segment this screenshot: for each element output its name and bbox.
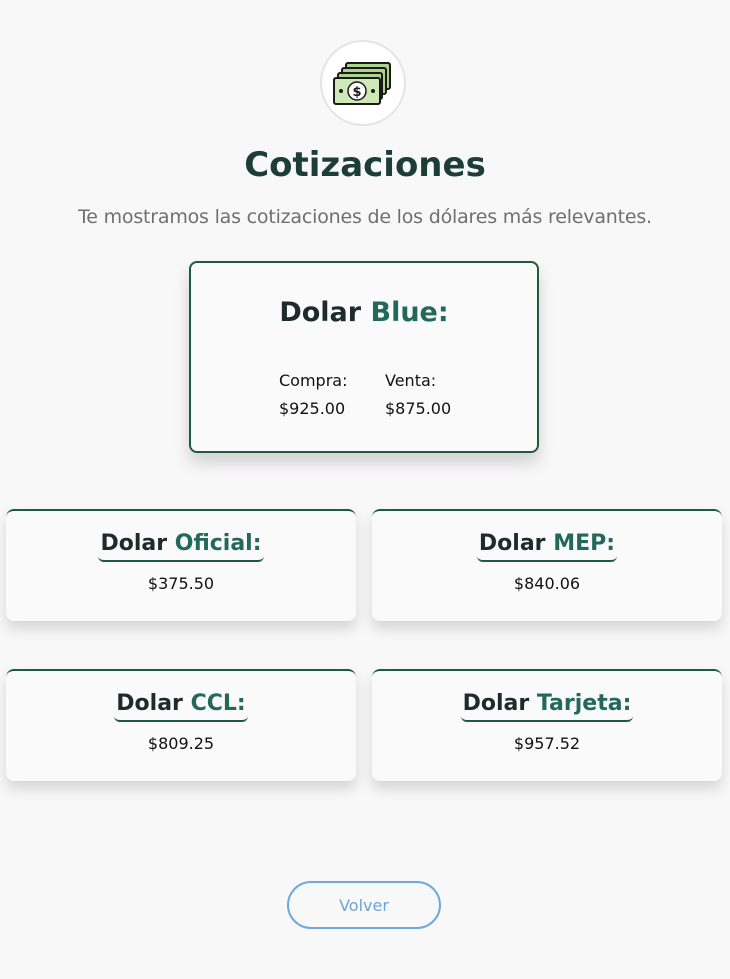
card-title-underline: Dolar MEP: bbox=[476, 529, 618, 562]
card-value: $957.52 bbox=[513, 734, 581, 753]
card-dolar-tarjeta: Dolar Tarjeta: $957.52 bbox=[372, 669, 722, 781]
card-value: $809.25 bbox=[147, 734, 215, 753]
page-title: Cotizaciones bbox=[244, 145, 486, 185]
card-value: $375.50 bbox=[147, 574, 215, 593]
compra-label: Compra: bbox=[279, 371, 348, 390]
card-title: Dolar CCL: bbox=[6, 689, 356, 722]
compra-value: $925.00 bbox=[279, 399, 346, 418]
card-title-prefix: Dolar bbox=[279, 297, 362, 328]
card-dolar-blue: Dolar Blue: Compra: $925.00 Venta: $875.… bbox=[189, 261, 539, 453]
card-title: Dolar Tarjeta: bbox=[372, 689, 722, 722]
card-dolar-mep: Dolar MEP: $840.06 bbox=[372, 509, 722, 621]
card-title-prefix: Dolar bbox=[116, 691, 183, 716]
page-subtitle: Te mostramos las cotizaciones de los dól… bbox=[78, 206, 652, 228]
venta-label: Venta: bbox=[385, 371, 437, 390]
card-title-name: MEP: bbox=[553, 531, 616, 556]
card-title-name: Tarjeta: bbox=[536, 691, 632, 716]
card-title-underline: Dolar CCL: bbox=[114, 689, 248, 722]
venta-column: Venta: $875.00 bbox=[385, 367, 451, 423]
card-title-name: CCL: bbox=[190, 691, 246, 716]
card-title-underline: Dolar Oficial: bbox=[98, 529, 264, 562]
card-title-name: Oficial: bbox=[174, 531, 262, 556]
card-title: Dolar Blue: bbox=[191, 295, 537, 331]
card-title: Dolar MEP: bbox=[372, 529, 722, 562]
card-title-name: Blue: bbox=[370, 297, 449, 328]
card-title-prefix: Dolar bbox=[478, 531, 546, 556]
svg-text:$: $ bbox=[352, 85, 361, 100]
logo-badge: $ bbox=[320, 40, 406, 126]
money-bills-icon: $ bbox=[333, 62, 391, 105]
card-title: Dolar Oficial: bbox=[6, 529, 356, 562]
card-title-prefix: Dolar bbox=[462, 691, 530, 716]
card-dolar-ccl: Dolar CCL: $809.25 bbox=[6, 669, 356, 781]
back-button[interactable]: Volver bbox=[287, 881, 441, 929]
venta-value: $875.00 bbox=[385, 399, 452, 418]
compra-column: Compra: $925.00 bbox=[279, 367, 347, 423]
card-value: $840.06 bbox=[513, 574, 581, 593]
card-title-underline: Dolar Tarjeta: bbox=[460, 689, 634, 722]
card-title-prefix: Dolar bbox=[100, 531, 168, 556]
card-dolar-oficial: Dolar Oficial: $375.50 bbox=[6, 509, 356, 621]
